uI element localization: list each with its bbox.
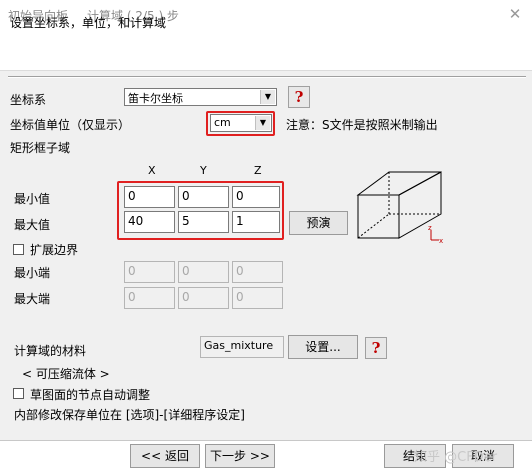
axis-header-x: X — [148, 164, 156, 177]
coordinate-system-select[interactable]: 笛卡尔坐标 ▼ — [124, 88, 277, 106]
axis-header-z: Z — [254, 164, 262, 177]
extend-min-z-input: 0 — [232, 261, 283, 283]
min-y-input[interactable]: 0 — [178, 186, 229, 208]
axis-x-label: x — [439, 237, 443, 245]
chevron-down-icon[interactable]: ▼ — [260, 90, 275, 104]
extend-min-y-input: 0 — [178, 261, 229, 283]
chevron-down-icon[interactable]: ▼ — [255, 116, 270, 130]
coordinate-system-label: 坐标系 — [10, 93, 47, 107]
material-label: 计算域的材料 — [14, 344, 87, 358]
watermark: 知乎 @CFDer — [414, 450, 498, 465]
extend-max-y-input: 0 — [178, 287, 229, 309]
max-value-label: 最大值 — [14, 218, 51, 232]
material-settings-button[interactable]: 设置... — [288, 335, 358, 359]
extend-boundary-label: 扩展边界 — [30, 243, 79, 257]
units-label: 坐标值单位（仅显示） — [10, 118, 131, 132]
auto-adjust-checkbox[interactable] — [13, 388, 24, 399]
next-button[interactable]: 下一步 >> — [205, 444, 275, 468]
extend-boundary-checkbox[interactable] — [13, 244, 24, 255]
min-x-input[interactable]: 0 — [124, 186, 175, 208]
min-z-input[interactable]: 0 — [232, 186, 280, 208]
extend-max-x-input: 0 — [124, 287, 175, 309]
coordinate-system-value: 笛卡尔坐标 — [128, 92, 183, 105]
units-note: 注意：S文件是按照米制输出 — [286, 118, 438, 132]
units-select[interactable]: cm ▼ — [210, 114, 272, 132]
wizard-header — [0, 28, 532, 71]
max-y-input[interactable]: 5 — [178, 211, 229, 233]
extend-min-label: 最小端 — [14, 266, 51, 280]
material-type: < 可压缩流体 > — [22, 367, 110, 381]
material-help-button[interactable]: ? — [365, 337, 387, 359]
material-value: Gas_mixture — [200, 336, 284, 358]
domain-label: 矩形框子域 — [10, 141, 71, 155]
coordinate-help-button[interactable]: ? — [288, 86, 310, 108]
auto-adjust-label: 草图面的节点自动调整 — [30, 388, 151, 402]
domain-box-icon: z x — [356, 171, 443, 245]
extend-max-label: 最大端 — [14, 292, 51, 306]
min-value-label: 最小值 — [14, 192, 51, 206]
max-x-input[interactable]: 40 — [124, 211, 175, 233]
units-value: cm — [214, 116, 231, 129]
max-z-input[interactable]: 1 — [232, 211, 280, 233]
extend-max-z-input: 0 — [232, 287, 283, 309]
preview-button[interactable]: 预演 — [289, 211, 348, 235]
close-icon[interactable]: ✕ — [503, 3, 527, 25]
divider — [8, 76, 526, 78]
header-text: 设置坐标系，单位，和计算域 — [10, 16, 167, 30]
extend-min-x-input: 0 — [124, 261, 175, 283]
axis-header-y: Y — [200, 164, 207, 177]
footer-note: 内部修改保存单位在 [选项]-[详细程序设定] — [14, 408, 245, 422]
axis-z-label: z — [428, 224, 432, 232]
back-button[interactable]: << 返回 — [130, 444, 200, 468]
